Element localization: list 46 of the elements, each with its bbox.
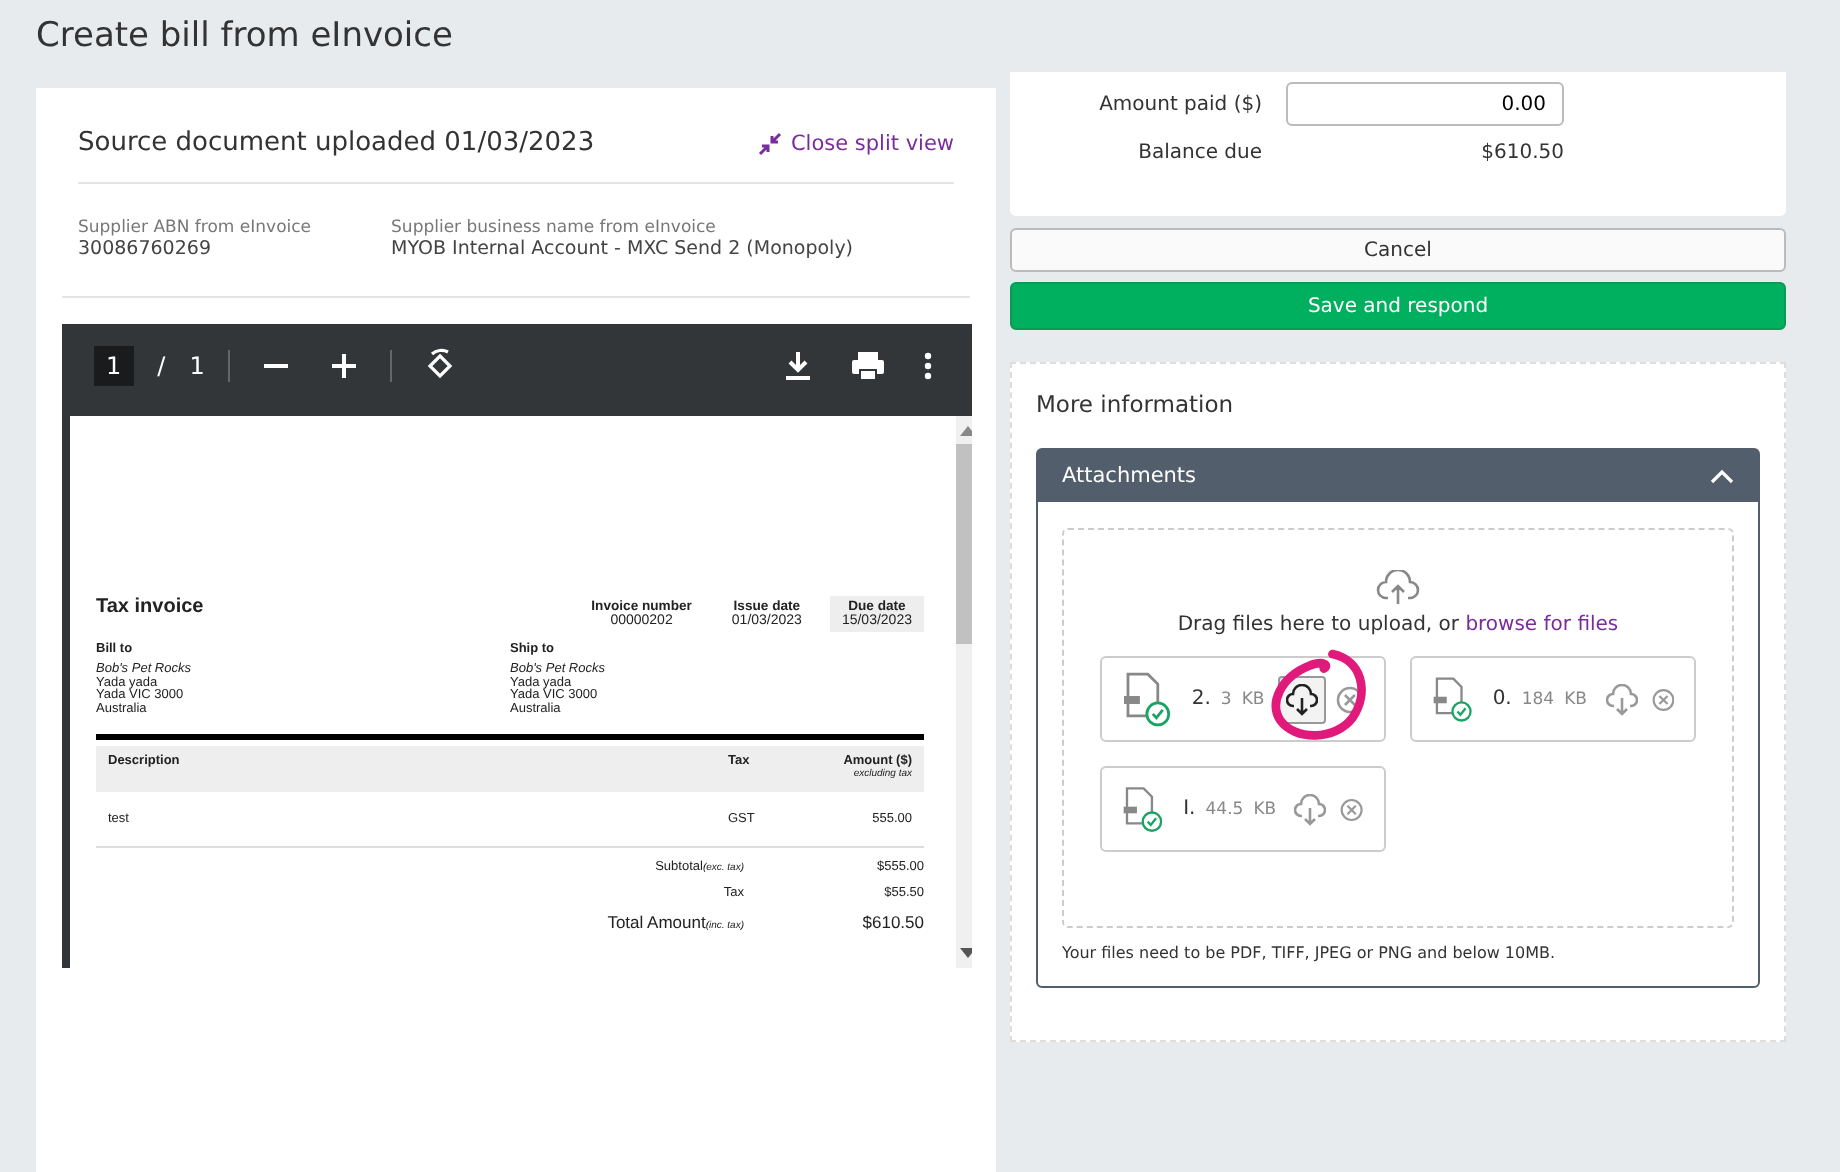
- source-heading: Source document uploaded 01/03/2023: [78, 128, 595, 158]
- chevron-icon[interactable]: [1710, 468, 1734, 484]
- field-value: MYOB Internal Account - MXC Send 2 (Monopoly): [391, 238, 854, 260]
- attachments-header[interactable]: Attachments: [1038, 450, 1758, 502]
- file-verified-icon: [1122, 671, 1174, 727]
- file-requirements-note: Your files need to be PDF, TIFF, JPEG or PNG and below 10MB.: [1062, 944, 1558, 962]
- drop-instructions: Drag files here to upload, or browse for files: [1177, 614, 1619, 636]
- total-value: $610.50: [860, 912, 924, 933]
- remove-icon[interactable]: [1340, 795, 1364, 823]
- browse-files-link[interactable]: browse for files: [1465, 614, 1619, 636]
- remove-icon[interactable]: [1651, 685, 1674, 713]
- scroll-down-icon[interactable]: [960, 948, 972, 960]
- scroll-up-icon[interactable]: [960, 424, 972, 436]
- field-label: Supplier business name from eInvoice: [391, 218, 718, 238]
- file-size-unit: KB: [1564, 689, 1587, 709]
- collapse-arrows-icon: [758, 131, 783, 155]
- cloud-upload-icon: [1376, 570, 1420, 606]
- attachments-title: Attachments: [1062, 464, 1197, 488]
- amount-paid-label: Amount paid ($): [1097, 93, 1262, 115]
- page-number-field[interactable]: 1: [94, 346, 134, 386]
- amount-paid-field[interactable]: 0.00: [1286, 82, 1564, 126]
- page-title: Create bill from eInvoice: [36, 16, 453, 56]
- drop-zone[interactable]: Drag files here to upload, or browse for files 2. 3 KB 0. 184 KB I. 44.5 KB: [1062, 528, 1734, 928]
- file-size: 44.5: [1205, 799, 1244, 819]
- file-name[interactable]: 0.: [1492, 688, 1512, 710]
- file-size: 184: [1521, 689, 1555, 709]
- page-separator: /: [157, 352, 166, 380]
- invoice-title: Tax invoice: [96, 596, 204, 618]
- close-split-view-link[interactable]: Close split view: [758, 131, 954, 155]
- cancel-button[interactable]: Cancel: [1010, 228, 1786, 272]
- download-icon[interactable]: [782, 350, 814, 382]
- file-size-unit: KB: [1253, 799, 1277, 819]
- field-value: 30086760269: [78, 238, 213, 260]
- more-options-icon[interactable]: [922, 350, 934, 382]
- balance-due-value: $610.50: [1479, 141, 1564, 163]
- zoom-in-icon[interactable]: [328, 350, 361, 382]
- section-heading: More information: [1036, 390, 1236, 418]
- print-icon[interactable]: [850, 350, 886, 382]
- page-count: 1: [189, 352, 205, 380]
- file-size: 3: [1220, 689, 1232, 709]
- file-size-unit: KB: [1241, 689, 1265, 709]
- balance-due-label: Balance due: [1136, 141, 1262, 163]
- file-name[interactable]: I.: [1183, 798, 1196, 820]
- field-label: Supplier ABN from eInvoice: [78, 218, 312, 238]
- file-name[interactable]: 2.: [1191, 688, 1211, 710]
- file-verified-icon: [1122, 781, 1166, 837]
